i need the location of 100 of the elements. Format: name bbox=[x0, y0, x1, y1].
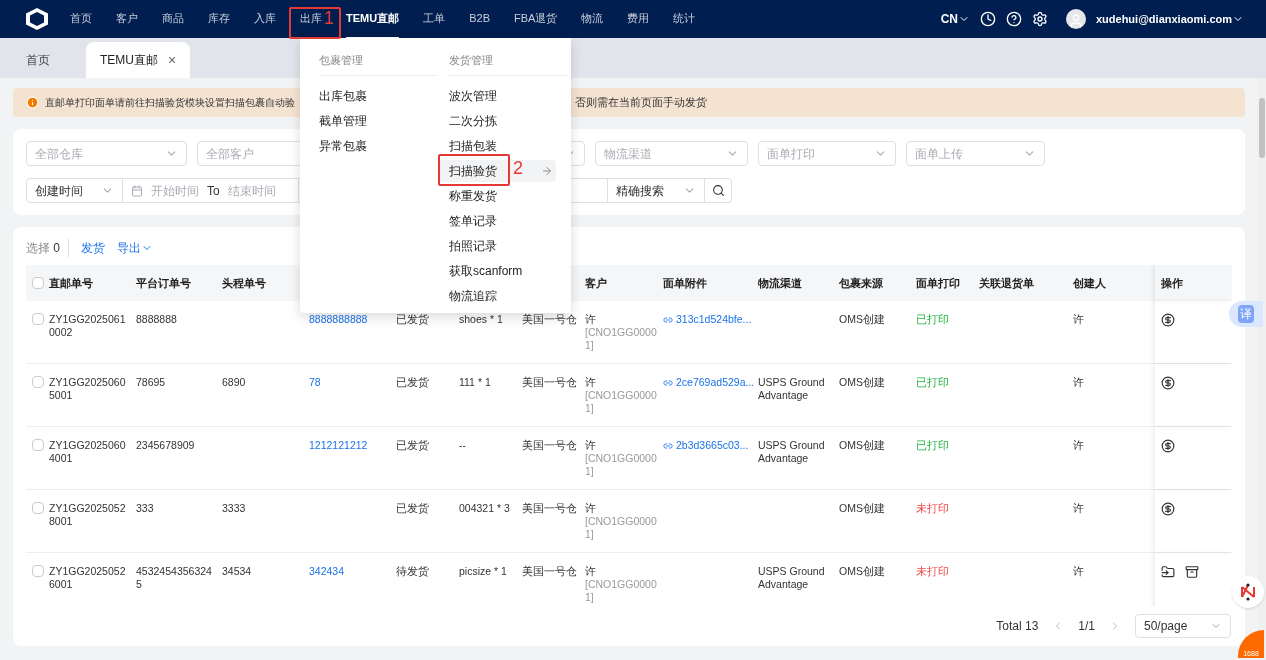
search-button[interactable] bbox=[705, 178, 732, 203]
nav-item[interactable]: 客户 bbox=[116, 0, 138, 37]
column-header: 关联退货单 bbox=[979, 276, 1034, 289]
nav-item[interactable]: 物流 bbox=[581, 0, 604, 37]
customer-code: [CNO1GG00001] bbox=[585, 389, 658, 415]
table-cell: shoes * 1 bbox=[459, 313, 503, 325]
logo-icon bbox=[26, 8, 48, 30]
date-range-field[interactable]: 开始时间 To 结束时间 bbox=[123, 178, 299, 203]
table-cell: 已发货 bbox=[396, 376, 429, 388]
column-header: 平台订单号 bbox=[136, 276, 191, 289]
avatar[interactable] bbox=[1065, 9, 1086, 29]
menu-item[interactable]: 出库包裹 bbox=[319, 84, 367, 107]
table-cell-text: 许 bbox=[585, 565, 597, 578]
menu-item[interactable]: 称重发货 bbox=[449, 184, 497, 207]
column-header: 面单附件 bbox=[663, 276, 707, 289]
nav-item[interactable]: 入库 bbox=[254, 0, 276, 37]
dollar-circle-icon[interactable] bbox=[1161, 502, 1175, 516]
table-cell: OMS创建 bbox=[839, 439, 885, 451]
menu-item[interactable]: 拍照记录 bbox=[449, 234, 497, 257]
checkbox[interactable] bbox=[32, 313, 44, 325]
column-header: 直邮单号 bbox=[49, 276, 93, 289]
settings-icon[interactable] bbox=[1031, 11, 1048, 27]
menu-group-title: 发货管理 bbox=[449, 52, 567, 76]
table-cell: USPS Ground Advantage bbox=[758, 439, 825, 464]
archive-icon[interactable] bbox=[1185, 565, 1199, 579]
selection-count: 选择 0 bbox=[26, 239, 70, 257]
table-cell-text: 许 bbox=[585, 502, 597, 515]
link-icon bbox=[663, 377, 673, 388]
checkbox[interactable] bbox=[32, 277, 44, 289]
total-count: Total 13 bbox=[996, 618, 1039, 635]
close-icon[interactable]: × bbox=[168, 49, 177, 71]
nav-item[interactable]: 出库 bbox=[300, 0, 322, 37]
dollar-circle-icon[interactable] bbox=[1161, 439, 1175, 453]
scrollbar[interactable] bbox=[1258, 78, 1266, 660]
table-cell: OMS创建 bbox=[839, 502, 885, 514]
arrow-icon bbox=[541, 164, 553, 177]
menu-item[interactable]: 二次分拣 bbox=[449, 109, 497, 132]
attachment-link[interactable]: 313c1d524bfe... bbox=[663, 313, 758, 326]
table-cell: USPS Ground Advantage bbox=[758, 376, 825, 401]
page-tab[interactable]: TEMU直邮 × bbox=[86, 42, 191, 78]
table-cell: ZY1GG20250526001 bbox=[49, 565, 126, 590]
help-icon[interactable] bbox=[1005, 11, 1022, 27]
info-icon bbox=[26, 96, 39, 109]
menu-item[interactable]: 物流追踪 bbox=[449, 284, 497, 307]
tracking-link[interactable]: 8888888888 bbox=[309, 313, 368, 325]
table-cell: 美国一号仓 bbox=[522, 313, 577, 325]
menu-item[interactable]: 扫描验货 bbox=[449, 159, 497, 182]
attachment-link[interactable]: 2b3d3665c03... bbox=[663, 439, 758, 452]
nav-item[interactable]: 库存 bbox=[208, 0, 230, 37]
checkbox[interactable] bbox=[32, 376, 44, 388]
nav-item[interactable]: 首页 bbox=[70, 0, 92, 37]
checkbox[interactable] bbox=[32, 502, 44, 514]
link-icon bbox=[663, 314, 673, 325]
menu-item[interactable]: 扫描包装 bbox=[449, 134, 497, 157]
table-cell: 8888888 bbox=[136, 313, 177, 325]
nav-item[interactable]: B2B bbox=[469, 0, 490, 37]
attachment-link[interactable]: 2ce769ad529a... bbox=[663, 376, 758, 389]
nav-item[interactable]: 商品 bbox=[162, 0, 184, 37]
nav-item[interactable]: 工单 bbox=[423, 0, 446, 37]
tracking-link[interactable]: 1212121212 bbox=[309, 439, 368, 451]
table-cell: OMS创建 bbox=[839, 565, 885, 577]
table-cell-text: 许 bbox=[585, 439, 597, 452]
nav-item[interactable]: 统计 bbox=[673, 0, 696, 37]
box-arrow-icon[interactable] bbox=[1161, 565, 1175, 579]
table-cell: 004321 * 3 bbox=[459, 502, 510, 514]
clock-icon[interactable] bbox=[979, 11, 996, 27]
menu-item[interactable]: 截单管理 bbox=[319, 109, 367, 132]
table-cell: 许 bbox=[1073, 565, 1084, 577]
tracking-link[interactable]: 78 bbox=[309, 376, 321, 388]
page-size-select[interactable]: 50/page bbox=[1135, 614, 1231, 638]
menu-item[interactable]: 波次管理 bbox=[449, 84, 497, 107]
print-status: 已打印 bbox=[916, 376, 949, 388]
menu-group-title: 包裹管理 bbox=[319, 52, 437, 76]
nav-item[interactable]: FBA退货 bbox=[513, 0, 558, 37]
table-cell: 2345678909 bbox=[136, 439, 195, 451]
callout-frame bbox=[438, 153, 510, 186]
nav-item[interactable]: 费用 bbox=[627, 0, 650, 37]
checkbox[interactable] bbox=[32, 439, 44, 451]
menu-item[interactable]: 签单记录 bbox=[449, 209, 497, 232]
dollar-circle-icon[interactable] bbox=[1161, 313, 1175, 327]
page-tab[interactable]: 首页 bbox=[12, 42, 64, 78]
table-cell: 美国一号仓 bbox=[522, 439, 577, 451]
table-cell: 已发货 bbox=[396, 313, 429, 325]
user-email[interactable]: xudehui@dianxiaomi.com bbox=[1095, 10, 1244, 28]
table-cell: OMS创建 bbox=[839, 313, 885, 325]
column-header: 包裹来源 bbox=[839, 276, 883, 289]
column-header: 物流渠道 bbox=[758, 276, 802, 289]
search-mode-select[interactable]: 精确搜索 bbox=[608, 178, 705, 203]
table-cell: 111 * 1 bbox=[459, 376, 491, 388]
language-selector[interactable]: CN bbox=[940, 10, 970, 28]
menu-item[interactable]: 获取scanform bbox=[449, 259, 523, 282]
date-type-select[interactable]: 创建时间 bbox=[26, 178, 123, 203]
tracking-link[interactable]: 342434 bbox=[309, 565, 345, 577]
callout-number: 1 bbox=[324, 7, 334, 30]
table-cell-text: 许 bbox=[585, 313, 597, 326]
dollar-circle-icon[interactable] bbox=[1161, 376, 1175, 390]
checkbox[interactable] bbox=[32, 565, 44, 577]
ship-link[interactable]: 发货 bbox=[81, 239, 106, 257]
export-dropdown[interactable]: 导出 bbox=[117, 239, 154, 257]
table-cell: 美国一号仓 bbox=[522, 502, 577, 514]
